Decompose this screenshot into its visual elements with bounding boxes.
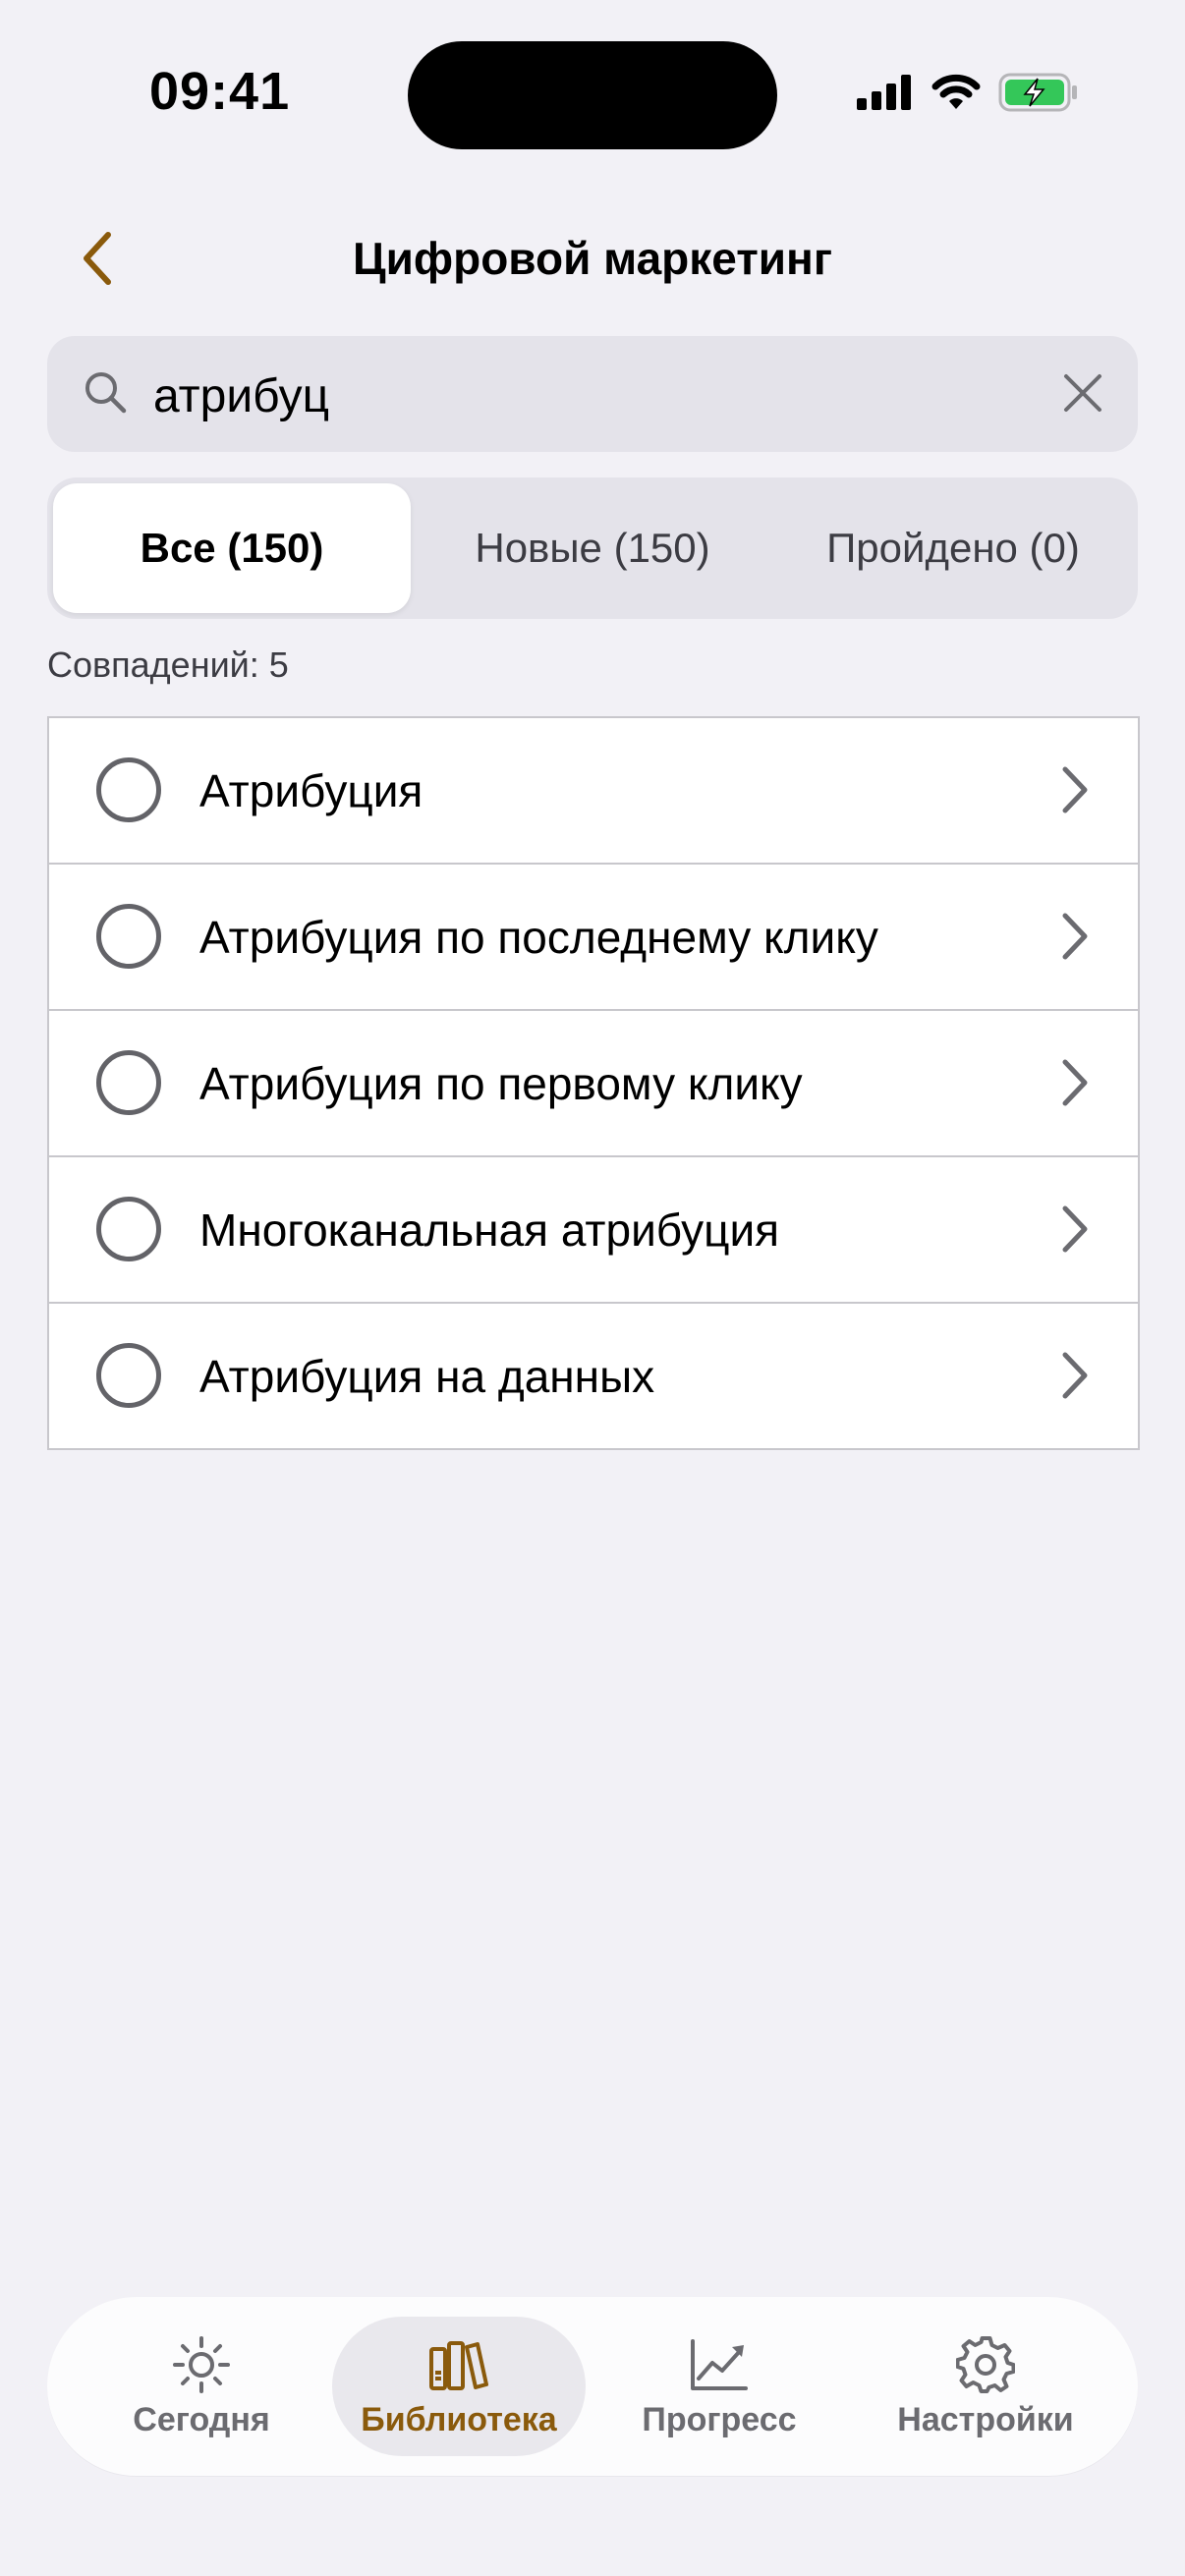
tab-progress[interactable]: Прогресс xyxy=(592,2317,846,2456)
tab-progress-label: Прогресс xyxy=(642,2400,797,2438)
status-circle-icon xyxy=(96,1050,161,1115)
tab-today[interactable]: Сегодня xyxy=(75,2317,328,2456)
results-list: Атрибуция Атрибуция по последнему клику … xyxy=(47,716,1140,1450)
page-title: Цифровой маркетинг xyxy=(352,233,832,284)
list-item-label: Многоканальная атрибуция xyxy=(199,1204,780,1256)
sun-icon xyxy=(172,2334,231,2395)
chart-icon xyxy=(689,2334,750,2395)
segment-new[interactable]: Новые (150) xyxy=(414,483,771,613)
tab-settings-label: Настройки xyxy=(897,2400,1074,2438)
filter-segmented-control: Все (150) Новые (150) Пройдено (0) xyxy=(47,477,1138,619)
tab-library[interactable]: Библиотека xyxy=(332,2317,586,2456)
list-item[interactable]: Атрибуция xyxy=(49,718,1138,863)
list-item[interactable]: Многоканальная атрибуция xyxy=(49,1155,1138,1302)
list-item-label: Атрибуция по первому клику xyxy=(199,1058,803,1109)
segment-completed[interactable]: Пройдено (0) xyxy=(774,483,1132,613)
status-icons xyxy=(857,73,1079,112)
wifi-icon xyxy=(931,74,981,109)
status-time: 09:41 xyxy=(149,62,291,121)
segment-all[interactable]: Все (150) xyxy=(53,483,411,613)
chevron-right-icon xyxy=(1062,766,1088,813)
status-circle-icon xyxy=(96,757,161,822)
chevron-right-icon xyxy=(1062,1059,1088,1106)
status-circle-icon xyxy=(96,1343,161,1408)
list-item-label: Атрибуция на данных xyxy=(199,1351,655,1402)
list-item[interactable]: Атрибуция на данных xyxy=(49,1302,1138,1448)
close-icon[interactable] xyxy=(1061,371,1104,415)
search-icon xyxy=(85,372,127,414)
search-field[interactable]: атрибуц xyxy=(47,336,1138,452)
cellular-signal-icon xyxy=(857,75,911,110)
list-item[interactable]: Атрибуция по последнему клику xyxy=(49,863,1138,1009)
search-input[interactable]: атрибуц xyxy=(153,369,329,423)
tab-library-label: Библиотека xyxy=(361,2400,557,2438)
chevron-right-icon xyxy=(1062,1352,1088,1399)
books-icon xyxy=(427,2334,490,2395)
gear-icon xyxy=(956,2334,1015,2395)
list-item-label: Атрибуция по последнему клику xyxy=(199,912,878,963)
list-item[interactable]: Атрибуция по первому клику xyxy=(49,1009,1138,1155)
tab-settings[interactable]: Настройки xyxy=(859,2317,1112,2456)
tab-bar: Сегодня Библиотека Прогресс Настройки xyxy=(47,2297,1138,2476)
tab-today-label: Сегодня xyxy=(133,2400,270,2438)
dynamic-island xyxy=(408,41,777,149)
list-item-label: Атрибуция xyxy=(199,765,423,816)
battery-charging-icon xyxy=(998,73,1077,112)
chevron-right-icon xyxy=(1062,913,1088,960)
status-circle-icon xyxy=(96,1197,161,1261)
matches-count: Совпадений: 5 xyxy=(47,644,289,685)
chevron-right-icon xyxy=(1062,1205,1088,1253)
status-circle-icon xyxy=(96,904,161,969)
